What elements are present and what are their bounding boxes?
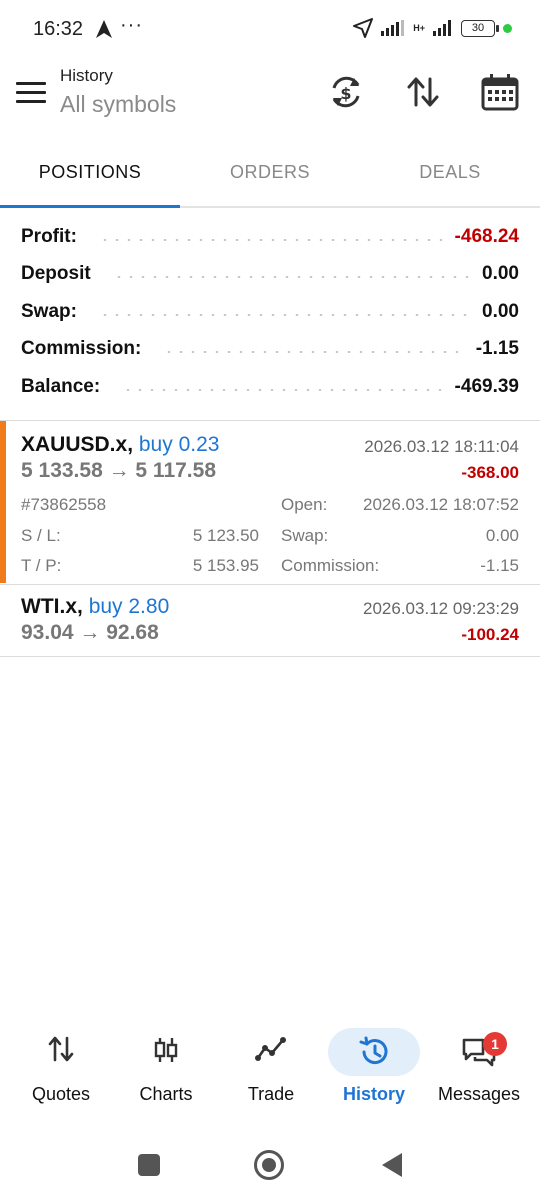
position-close-time: 2026.03.12 09:23:29 — [363, 599, 519, 618]
status-bar: 16:32 ··· H+ 30 — [0, 0, 540, 60]
nav-trade-label: Trade — [247, 1084, 295, 1104]
balance-label: Balance: — [21, 375, 113, 398]
symbol-name: XAUUSD.x, — [21, 433, 134, 456]
divider — [0, 656, 540, 657]
active-tab-indicator — [0, 205, 180, 208]
dot-leader — [163, 351, 466, 354]
trade-line-icon — [255, 1037, 286, 1061]
quotes-arrows-icon — [48, 1036, 74, 1062]
candlestick-icon — [154, 1038, 178, 1062]
position-profit: -368.00 — [461, 463, 519, 482]
summary-row-profit: Profit: -468.24 — [21, 218, 519, 256]
nav-history[interactable]: History — [320, 1022, 428, 1122]
recent-apps-button[interactable] — [138, 1154, 160, 1176]
unread-messages-badge: 1 — [483, 1032, 507, 1056]
navigation-arrow-icon — [96, 20, 112, 38]
status-more-dots: ··· — [120, 14, 143, 36]
app-bar: History All symbols $ — [0, 60, 540, 140]
battery-icon: 30 — [461, 19, 499, 37]
position-commission-label: Commission: — [281, 556, 380, 575]
dot-leader — [122, 388, 445, 391]
tab-positions[interactable]: POSITIONS — [0, 162, 180, 183]
page-title: History — [60, 66, 113, 85]
swap-label: Swap: — [21, 300, 89, 323]
deposit-value: 0.00 — [482, 263, 519, 285]
position-row[interactable]: XAUUSD.x, buy 0.23 2026.03.12 18:11:04 5… — [0, 421, 540, 583]
position-side-volume: buy 0.23 — [138, 433, 220, 456]
history-tabs: POSITIONS ORDERS DEALS — [0, 144, 540, 208]
tp-label: T / P: — [21, 556, 62, 575]
position-swap-value: 0.00 — [485, 526, 519, 545]
open-time: 2026.03.12 18:07:52 — [363, 495, 519, 514]
summary-row-commission: Commission: -1.15 — [21, 331, 519, 369]
commission-value: -1.15 — [475, 338, 519, 360]
nav-messages-label: Messages — [437, 1084, 521, 1104]
history-clock-icon — [359, 1036, 388, 1065]
currency-exchange-icon[interactable]: $ — [326, 72, 366, 112]
sl-label: S / L: — [21, 526, 61, 545]
calendar-icon[interactable] — [480, 72, 520, 112]
nav-quotes[interactable]: Quotes — [7, 1022, 115, 1122]
swap-value: 0.00 — [482, 300, 519, 322]
position-ticket: #73862558 — [21, 495, 107, 514]
symbol-filter: All symbols — [60, 91, 177, 117]
home-button[interactable] — [254, 1150, 284, 1180]
tp-value: 5 153.95 — [192, 556, 259, 575]
network-type: H+ — [413, 22, 425, 33]
summary-panel: Profit: -468.24 Deposit 0.00 Swap: 0.00 … — [21, 218, 519, 406]
summary-row-balance: Balance: -469.39 — [21, 368, 519, 406]
commission-label: Commission: — [21, 338, 154, 361]
position-prices: 5 133.58 → 5 117.58 — [21, 459, 216, 482]
position-symbol: WTI.x, buy 2.80 — [21, 595, 169, 619]
nav-trade[interactable]: Trade — [217, 1022, 325, 1122]
svg-text:$: $ — [340, 84, 351, 103]
position-swap-label: Swap: — [281, 526, 329, 545]
system-navigation-bar — [0, 1134, 540, 1200]
position-prices: 93.04 → 92.68 — [21, 621, 159, 644]
tab-deals[interactable]: DEALS — [360, 162, 540, 183]
bottom-navigation: Quotes Charts Trade History 1 Messages — [0, 1022, 540, 1122]
nav-charts[interactable]: Charts — [112, 1022, 220, 1122]
summary-row-swap: Swap: 0.00 — [21, 293, 519, 331]
position-close-time: 2026.03.12 18:11:04 — [364, 437, 519, 456]
privacy-indicator-dot — [503, 23, 512, 33]
nav-charts-label: Charts — [139, 1084, 193, 1104]
dot-leader — [98, 238, 445, 241]
dot-leader — [98, 313, 473, 316]
signal-icon — [381, 20, 405, 36]
back-button[interactable] — [382, 1153, 402, 1177]
position-commission-value: -1.15 — [480, 556, 519, 575]
dot-leader — [112, 276, 473, 279]
open-label: Open: — [281, 495, 328, 514]
position-row[interactable]: WTI.x, buy 2.80 2026.03.12 09:23:29 93.0… — [0, 585, 540, 655]
selected-position-marker — [0, 421, 6, 583]
profit-label: Profit: — [21, 225, 89, 248]
menu-icon[interactable] — [16, 82, 46, 106]
position-profit: -100.24 — [461, 625, 519, 644]
position-symbol: XAUUSD.x, buy 0.23 — [21, 433, 219, 457]
battery-level: 30 — [471, 21, 485, 34]
nav-quotes-label: Quotes — [31, 1084, 91, 1104]
location-arrow-icon — [353, 18, 374, 38]
sort-arrows-icon[interactable] — [403, 72, 443, 112]
header-titles[interactable]: History All symbols — [60, 66, 176, 118]
signal-icon-2 — [433, 20, 451, 36]
nav-messages[interactable]: 1 Messages — [425, 1022, 533, 1122]
symbol-name: WTI.x, — [21, 595, 83, 618]
profit-value: -468.24 — [454, 225, 519, 247]
status-time: 16:32 — [33, 18, 84, 40]
balance-value: -469.39 — [454, 375, 519, 397]
deposit-label: Deposit — [21, 263, 103, 286]
sl-value: 5 123.50 — [192, 526, 259, 545]
position-side-volume: buy 2.80 — [88, 595, 170, 618]
nav-history-label: History — [342, 1084, 405, 1104]
tab-orders[interactable]: ORDERS — [180, 162, 360, 183]
summary-row-deposit: Deposit 0.00 — [21, 256, 519, 294]
